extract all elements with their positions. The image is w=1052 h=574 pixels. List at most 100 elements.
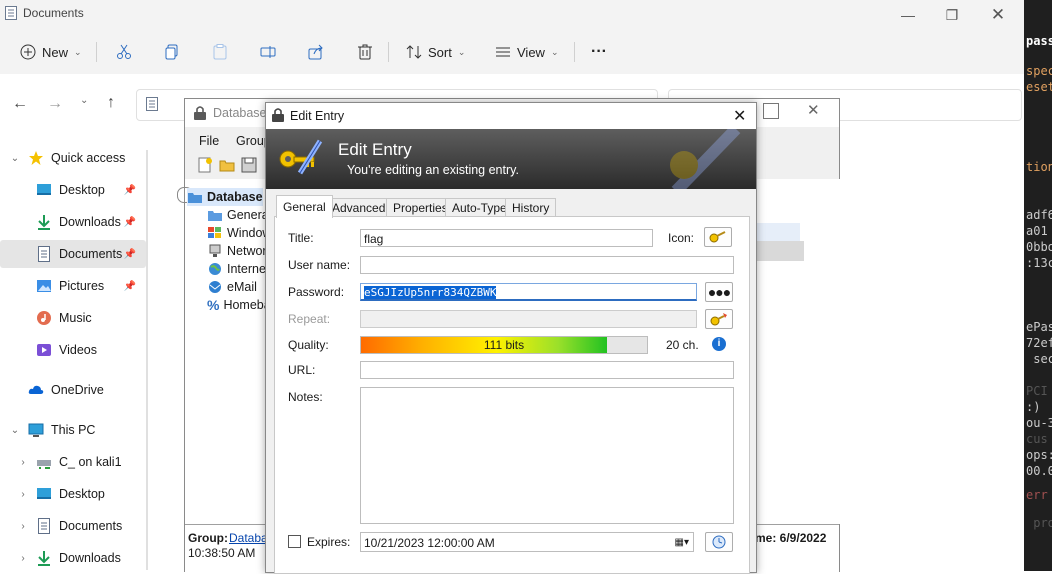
delete-button[interactable] [357, 40, 373, 64]
nav-onedrive[interactable]: OneDrive [0, 376, 146, 404]
open-folder-icon[interactable] [219, 157, 235, 173]
copy-button[interactable] [164, 40, 180, 64]
keepass-lock-icon [271, 107, 285, 123]
chevron-right-icon[interactable]: › [16, 553, 30, 564]
tab-advanced[interactable]: Advanced [325, 198, 393, 217]
tree-root-database[interactable]: Database [187, 188, 263, 206]
tree-item-network[interactable]: Network [207, 242, 273, 260]
view-button[interactable]: View ⌄ [495, 40, 559, 64]
password-selected-text: eSGJIzUp5nrr834QZBWK [364, 286, 497, 299]
nav-this-pc[interactable]: ⌄ This PC [0, 416, 146, 444]
close-button[interactable]: ✕ [733, 106, 746, 126]
close-button[interactable]: ✕ [988, 6, 1008, 24]
chevron-down-icon[interactable]: ⌄ [8, 425, 22, 436]
pin-icon[interactable]: 📌 [124, 249, 136, 260]
terminal-line: pass [1026, 34, 1052, 48]
notes-textarea[interactable] [360, 387, 734, 524]
copy-icon [165, 44, 178, 60]
pin-icon[interactable]: 📌 [124, 217, 136, 228]
recent-locations-chevron-icon[interactable]: ⌄ [80, 95, 88, 106]
password-field[interactable]: eSGJIzUp5nrr834QZBWK [360, 283, 697, 301]
toggle-password-visibility-button[interactable]: ●●● [705, 282, 733, 302]
maximize-button[interactable] [763, 103, 779, 119]
nav-item-documents[interactable]: Documents 📌 [0, 240, 146, 268]
nav-item-desktop[interactable]: Desktop 📌 [0, 176, 146, 204]
nav-pc-item-documents[interactable]: › Documents [0, 512, 146, 540]
key-generator-icon [710, 313, 727, 326]
sort-button[interactable]: Sort ⌄ [406, 40, 465, 64]
chevron-right-icon[interactable]: › [16, 521, 30, 532]
network-icon [207, 244, 223, 258]
pin-icon[interactable]: 📌 [124, 185, 136, 196]
cloud-icon [28, 382, 44, 398]
status-modified: me: 6/9/2022 [755, 531, 827, 545]
more-options-button[interactable]: ··· [591, 40, 607, 64]
chevron-right-icon[interactable]: › [16, 489, 30, 500]
nav-item-pictures[interactable]: Pictures 📌 [0, 272, 146, 300]
expires-checkbox[interactable] [288, 535, 301, 548]
list-row[interactable] [756, 223, 800, 241]
chevron-right-icon[interactable]: › [16, 457, 30, 468]
nav-item-downloads[interactable]: Downloads 📌 [0, 208, 146, 236]
documents-icon [36, 518, 52, 534]
quality-bar: 111 bits [360, 336, 648, 354]
percent-icon: % [207, 297, 220, 313]
tree-item-general[interactable]: General [207, 206, 271, 224]
terminal-line: :) [1026, 400, 1041, 414]
url-field[interactable] [360, 361, 734, 379]
list-row-selected[interactable] [756, 241, 804, 261]
terminal-line: a01 [1026, 224, 1048, 238]
edit-entry-dialog: Edit Entry ✕ Edit Entry You're editing a… [265, 102, 757, 574]
terminal-line: adf6 [1026, 208, 1052, 222]
nav-pc-item-desktop[interactable]: › Desktop [0, 480, 146, 508]
paste-button[interactable] [212, 40, 228, 64]
tree-item-internet[interactable]: Internet [207, 260, 269, 278]
maximize-button[interactable]: ❐ [942, 6, 962, 24]
forward-arrow-icon[interactable]: → [47, 95, 63, 113]
rename-button[interactable] [260, 40, 276, 64]
key-icon [709, 231, 726, 243]
repeat-field [360, 310, 697, 328]
nav-item-music[interactable]: Music [0, 304, 146, 332]
new-database-icon[interactable] [197, 157, 213, 173]
menu-file[interactable]: File [199, 134, 219, 148]
tree-item-email[interactable]: eMail [207, 278, 257, 296]
dots-icon: ●●● [707, 284, 731, 300]
title-field[interactable]: flag [360, 229, 653, 247]
tab-general[interactable]: General [276, 195, 333, 218]
status-group-label: Group: [188, 531, 228, 545]
terminal-line: ops: [1026, 448, 1052, 462]
chevron-down-icon[interactable]: ⌄ [8, 153, 22, 164]
back-arrow-icon[interactable]: ← [12, 95, 28, 113]
nav-pc-item-c-drive[interactable]: › C_ on kali1 [0, 448, 146, 476]
terminal-line: sec [1033, 352, 1052, 366]
expires-date-picker[interactable]: 10/21/2023 12:00:00 AM ▦▾ [360, 532, 694, 552]
password-generator-button[interactable] [705, 309, 733, 329]
close-button[interactable]: ✕ [807, 101, 820, 119]
terminal-line: :13c [1026, 256, 1052, 270]
dialog-banner: Edit Entry You're editing an existing en… [266, 129, 756, 189]
up-arrow-icon[interactable]: ↑ [107, 94, 115, 112]
download-icon [36, 550, 52, 566]
trash-icon [358, 44, 372, 60]
network-drive-icon [36, 454, 52, 470]
terminal-line: ePas [1026, 320, 1052, 334]
username-field[interactable] [360, 256, 734, 274]
nav-scrollbar[interactable] [146, 150, 148, 570]
cut-button[interactable] [116, 40, 132, 64]
nav-item-videos[interactable]: Videos [0, 336, 146, 364]
minimize-button[interactable]: — [898, 6, 918, 24]
clock-icon [712, 535, 726, 549]
new-button[interactable]: New ⌄ [20, 40, 82, 64]
calendar-dropdown-icon[interactable]: ▦▾ [675, 533, 689, 553]
pin-icon[interactable]: 📌 [124, 281, 136, 292]
tab-history[interactable]: History [505, 198, 557, 217]
share-button[interactable] [308, 40, 324, 64]
icon-picker-button[interactable] [704, 227, 732, 247]
save-icon[interactable] [241, 157, 257, 173]
tab-auto-type[interactable]: Auto-Type [445, 198, 514, 217]
nav-quick-access[interactable]: ⌄ Quick access [0, 144, 146, 172]
info-icon[interactable]: i [712, 337, 726, 351]
expiry-presets-button[interactable] [705, 532, 733, 552]
nav-pc-item-downloads[interactable]: › Downloads [0, 544, 146, 572]
